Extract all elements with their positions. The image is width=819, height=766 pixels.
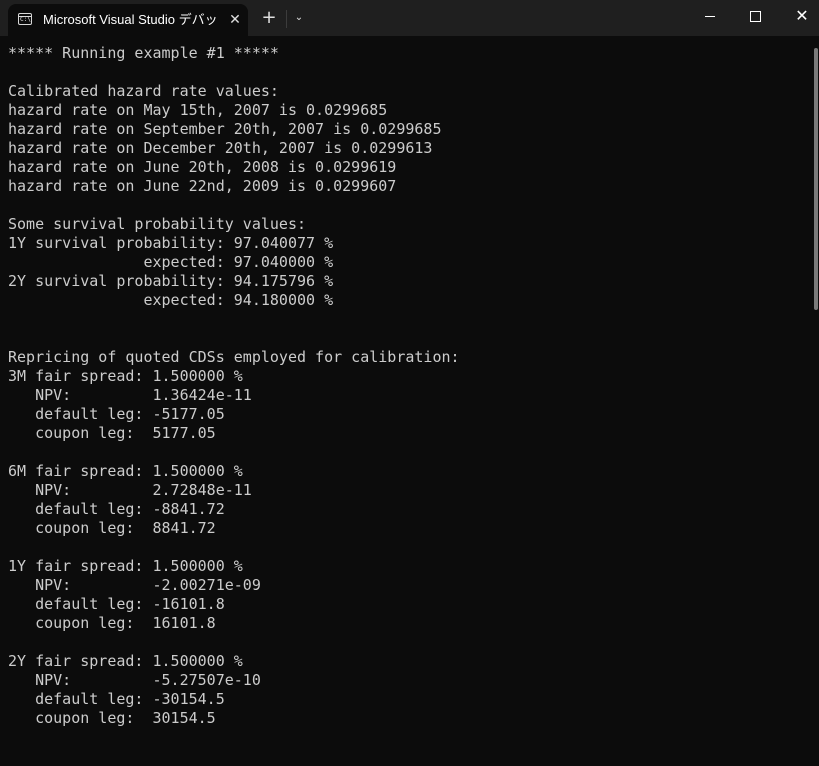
new-tab-button[interactable]: + [258, 7, 280, 29]
console-line: default leg: -5177.05 [8, 405, 225, 423]
terminal-icon-text: C:\ [20, 16, 31, 23]
console-line: coupon leg: 30154.5 [8, 709, 216, 727]
console-line: NPV: 1.36424e-11 [8, 386, 252, 404]
console-line: hazard rate on September 20th, 2007 is 0… [8, 120, 442, 138]
maximize-icon [750, 11, 761, 22]
tab-separator [286, 10, 287, 28]
console-line: 2Y survival probability: 94.175796 % [8, 272, 334, 290]
console-line: 1Y survival probability: 97.040077 % [8, 234, 334, 252]
close-window-button[interactable]: ✕ [779, 0, 819, 32]
console-line: 1Y fair spread: 1.500000 % [8, 557, 243, 575]
console-line: ***** Running example #1 ***** [8, 44, 279, 62]
console-line: Repricing of quoted CDSs employed for ca… [8, 348, 460, 366]
scrollbar-thumb[interactable] [814, 48, 818, 310]
console-line: coupon leg: 16101.8 [8, 614, 216, 632]
console-window: C:\ Microsoft Visual Studio デバッグ ✕ + ⌄ ✕… [0, 0, 819, 766]
console-line: default leg: -8841.72 [8, 500, 225, 518]
console-line: hazard rate on June 20th, 2008 is 0.0299… [8, 158, 397, 176]
console-output[interactable]: ***** Running example #1 ***** Calibrated… [8, 44, 804, 766]
scrollbar[interactable] [811, 36, 819, 766]
console-line: default leg: -16101.8 [8, 595, 225, 613]
close-icon: ✕ [795, 6, 809, 25]
console-line: Calibrated hazard rate values: [8, 82, 279, 100]
console-line: hazard rate on May 15th, 2007 is 0.02996… [8, 101, 388, 119]
console-line: Some survival probability values: [8, 215, 307, 233]
console-line: 2Y fair spread: 1.500000 % [8, 652, 243, 670]
minimize-icon [705, 16, 715, 17]
console-line: 6M fair spread: 1.500000 % [8, 462, 243, 480]
minimize-button[interactable] [687, 0, 733, 32]
console-line: NPV: 2.72848e-11 [8, 481, 252, 499]
console-line: coupon leg: 8841.72 [8, 519, 216, 537]
console-line: hazard rate on December 20th, 2007 is 0.… [8, 139, 433, 157]
console-line: default leg: -30154.5 [8, 690, 225, 708]
console-line: expected: 94.180000 % [8, 291, 334, 309]
console-line: expected: 97.040000 % [8, 253, 334, 271]
title-bar[interactable]: C:\ Microsoft Visual Studio デバッグ ✕ + ⌄ ✕ [0, 0, 819, 36]
console-line: 3M fair spread: 1.500000 % [8, 367, 243, 385]
terminal-icon: C:\ [18, 13, 32, 25]
chevron-down-icon[interactable]: ⌄ [290, 8, 308, 28]
maximize-button[interactable] [733, 0, 779, 32]
console-line: NPV: -2.00271e-09 [8, 576, 261, 594]
console-line: NPV: -5.27507e-10 [8, 671, 261, 689]
console-line: coupon leg: 5177.05 [8, 424, 216, 442]
tab-debug-console[interactable]: C:\ Microsoft Visual Studio デバッグ ✕ [8, 4, 248, 36]
console-line: hazard rate on June 22nd, 2009 is 0.0299… [8, 177, 397, 195]
close-tab-icon[interactable]: ✕ [225, 10, 245, 30]
tab-title: Microsoft Visual Studio デバッグ [43, 12, 218, 27]
